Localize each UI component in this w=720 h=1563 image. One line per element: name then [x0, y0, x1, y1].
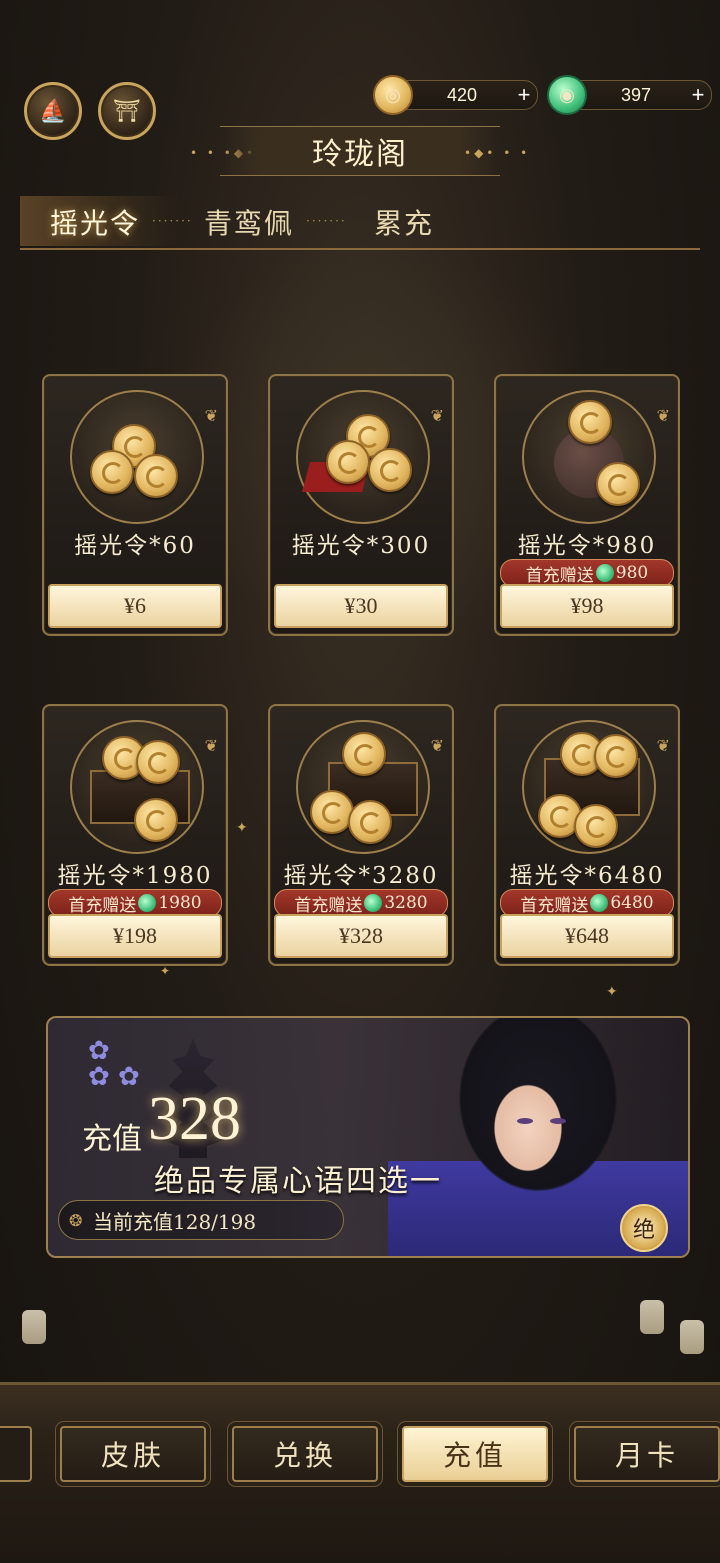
yaoguang-coin-icon: ◎ — [373, 75, 413, 115]
jade-pendant-icon: ◉ — [547, 75, 587, 115]
yaoguang-amount: 420 — [446, 84, 478, 105]
add-yaoguang-button[interactable]: + — [511, 82, 537, 108]
price-button[interactable]: ¥198 — [48, 914, 222, 958]
product-name: 摇光令*1980 — [57, 863, 213, 889]
product-image — [296, 390, 430, 524]
boat-leaf-icon[interactable]: ⛵ — [24, 82, 82, 140]
flower-decoration: ✿ ✿ ✿ — [88, 1036, 140, 1092]
coin-icon — [596, 462, 640, 506]
coin-icon — [342, 732, 386, 776]
coin-icon — [368, 448, 412, 492]
product-name: 摇光令*6480 — [509, 863, 665, 889]
product-card[interactable]: ❦ 摇光令*980 首充赠送 980 ¥98 — [494, 374, 680, 636]
jade-pendant-icon — [364, 894, 383, 912]
coin-icon — [310, 790, 354, 834]
product-card[interactable]: ❦ 摇光令*3280 首充赠送 3280 ¥328 — [268, 704, 454, 966]
branch-ornament: ❦ — [656, 406, 670, 425]
nav-scroll-edge — [0, 1426, 32, 1482]
product-name: 摇光令*300 — [291, 533, 431, 559]
product-card[interactable]: ❦ 摇光令*300 ¥30 — [268, 374, 454, 636]
sparkle-icon: ✦ — [606, 984, 618, 1000]
tab-yaoguang[interactable]: 摇光令 — [50, 202, 140, 242]
currency-jade: ◉ 397 + — [547, 75, 712, 115]
coin-icon — [134, 454, 178, 498]
tab-cumulative[interactable]: 累充 — [374, 202, 434, 242]
title-ornament-right: •◆• • • — [464, 146, 531, 160]
price-button[interactable]: ¥648 — [500, 914, 674, 958]
character-eye — [517, 1118, 533, 1124]
product-name: 摇光令*980 — [517, 533, 657, 559]
progress-text: 当前充值128/198 — [93, 1209, 257, 1234]
first-recharge-bonus: 首充赠送 3280 — [274, 889, 448, 917]
price-button[interactable]: ¥30 — [274, 584, 448, 628]
price-button[interactable]: ¥98 — [500, 584, 674, 628]
first-recharge-bonus: 首充赠送 1980 — [48, 889, 222, 917]
rarity-badge: 绝 — [620, 1204, 668, 1252]
bonus-amount: 1980 — [158, 893, 202, 913]
bonus-amount: 3280 — [384, 893, 428, 913]
tab-separator: ······· — [152, 214, 193, 228]
bonus-label: 首充赠送 — [520, 895, 589, 916]
banner-subtitle: 绝品专属心语四选一 — [154, 1164, 442, 1199]
first-recharge-bonus: 首充赠送 6480 — [500, 889, 674, 917]
recharge-reward-banner[interactable]: ✿ ✿ ✿ 充值 328 绝品专属心语四选一 ❂ 当前充值128/198 绝 — [46, 1016, 690, 1258]
coin-icon — [568, 400, 612, 444]
character-eye — [550, 1118, 566, 1124]
coin-icon — [90, 450, 134, 494]
branch-ornament: ❦ — [656, 736, 670, 755]
branch-ornament: ❦ — [430, 736, 444, 755]
product-card[interactable]: ❦ 摇光令*6480 首充赠送 6480 ¥648 — [494, 704, 680, 966]
jade-pendant-icon — [590, 894, 609, 912]
lantern-decoration — [22, 1310, 46, 1344]
product-image — [522, 720, 656, 854]
nav-monthly-card[interactable]: 月卡 — [574, 1426, 720, 1482]
sparkle-icon: ✦ — [160, 964, 171, 978]
branch-ornament: ❦ — [430, 406, 444, 425]
jade-amount: 397 — [620, 84, 652, 105]
banner-prefix: 充值 — [82, 1122, 142, 1157]
product-image — [296, 720, 430, 854]
bonus-label: 首充赠送 — [294, 895, 363, 916]
nav-recharge[interactable]: 充值 — [402, 1426, 548, 1482]
bonus-label: 首充赠送 — [525, 565, 594, 586]
price-button[interactable]: ¥328 — [274, 914, 448, 958]
bonus-amount: 6480 — [610, 893, 654, 913]
product-name: 摇光令*60 — [74, 533, 196, 559]
product-name: 摇光令*3280 — [283, 863, 439, 889]
lantern-decoration — [640, 1300, 664, 1334]
jade-pendant-icon — [595, 564, 614, 582]
recharge-progress: ❂ 当前充值128/198 — [58, 1200, 344, 1240]
tab-qingluan[interactable]: 青鸾佩 — [204, 202, 294, 242]
bonus-amount: 980 — [615, 563, 649, 583]
product-image — [522, 390, 656, 524]
pavilion-icon[interactable]: ⛩ — [98, 82, 156, 140]
banner-amount: 328 — [148, 1085, 241, 1153]
coin-icon — [594, 734, 638, 778]
cloud-ornament-icon: ❂ — [69, 1210, 83, 1230]
lantern-decoration — [680, 1320, 704, 1354]
tab-bar: 摇光令 ······· 青鸾佩 ······· 累充 — [20, 196, 700, 250]
coin-icon — [574, 804, 618, 848]
currency-yaoguang: ◎ 420 + — [373, 75, 538, 115]
product-image — [70, 720, 204, 854]
product-card[interactable]: ❦ 摇光令*1980 首充赠送 1980 ¥198 — [42, 704, 228, 966]
coin-icon — [348, 800, 392, 844]
branch-ornament: ❦ — [204, 736, 218, 755]
tab-separator: ······· — [306, 214, 347, 228]
page-title: 玲珑阁 — [220, 126, 500, 176]
coin-icon — [134, 798, 178, 842]
coin-icon — [326, 440, 370, 484]
branch-ornament: ❦ — [204, 406, 218, 425]
sparkle-icon: ✦ — [236, 820, 248, 836]
jade-pendant-icon — [138, 894, 157, 912]
bonus-label: 首充赠送 — [68, 895, 137, 916]
price-button[interactable]: ¥6 — [48, 584, 222, 628]
product-image — [70, 390, 204, 524]
first-recharge-bonus: 首充赠送 980 — [500, 559, 674, 587]
product-card[interactable]: ❦ 摇光令*60 ¥6 — [42, 374, 228, 636]
add-jade-button[interactable]: + — [685, 82, 711, 108]
nav-exchange[interactable]: 兑换 — [232, 1426, 378, 1482]
coin-icon — [136, 740, 180, 784]
nav-skin[interactable]: 皮肤 — [60, 1426, 206, 1482]
